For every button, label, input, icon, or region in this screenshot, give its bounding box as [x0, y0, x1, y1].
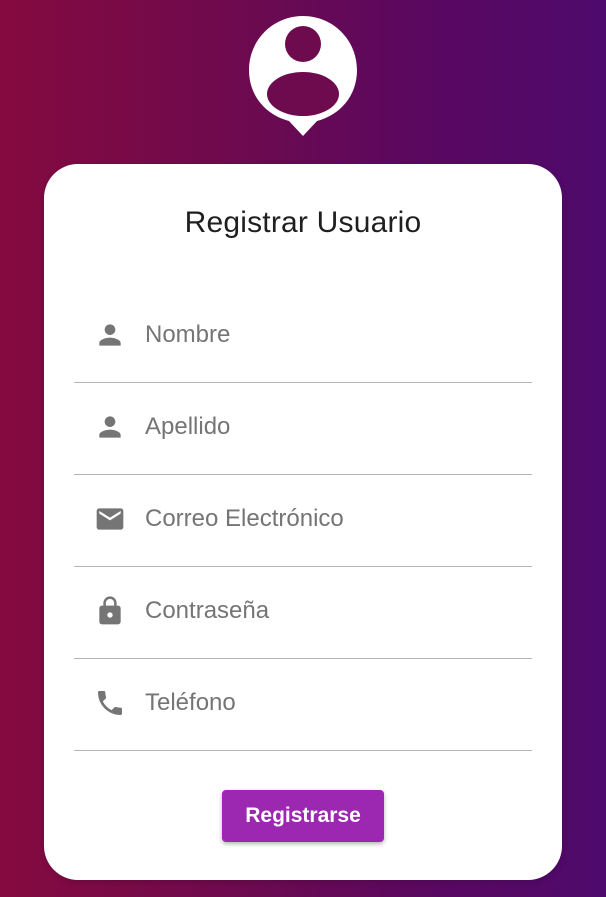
- phone-input[interactable]: [145, 685, 515, 721]
- phone-icon: [94, 687, 126, 719]
- first-name-input[interactable]: [145, 317, 515, 353]
- email-icon: [94, 503, 126, 535]
- phone-field: [74, 659, 532, 751]
- password-field: [74, 567, 532, 659]
- form-title: Registrar Usuario: [184, 206, 422, 239]
- person-icon: [94, 319, 126, 351]
- register-card: Registrar Usuario Registrarse: [44, 164, 562, 880]
- last-name-field: [74, 383, 532, 475]
- password-input[interactable]: [145, 593, 515, 629]
- avatar-marker: [247, 14, 359, 138]
- email-input[interactable]: [145, 501, 515, 537]
- person-icon: [94, 411, 126, 443]
- last-name-input[interactable]: [145, 409, 515, 445]
- email-field: [74, 475, 532, 567]
- lock-icon: [94, 595, 126, 627]
- first-name-field: [74, 291, 532, 383]
- user-location-pin-icon: [249, 16, 357, 136]
- register-button[interactable]: Registrarse: [222, 790, 384, 842]
